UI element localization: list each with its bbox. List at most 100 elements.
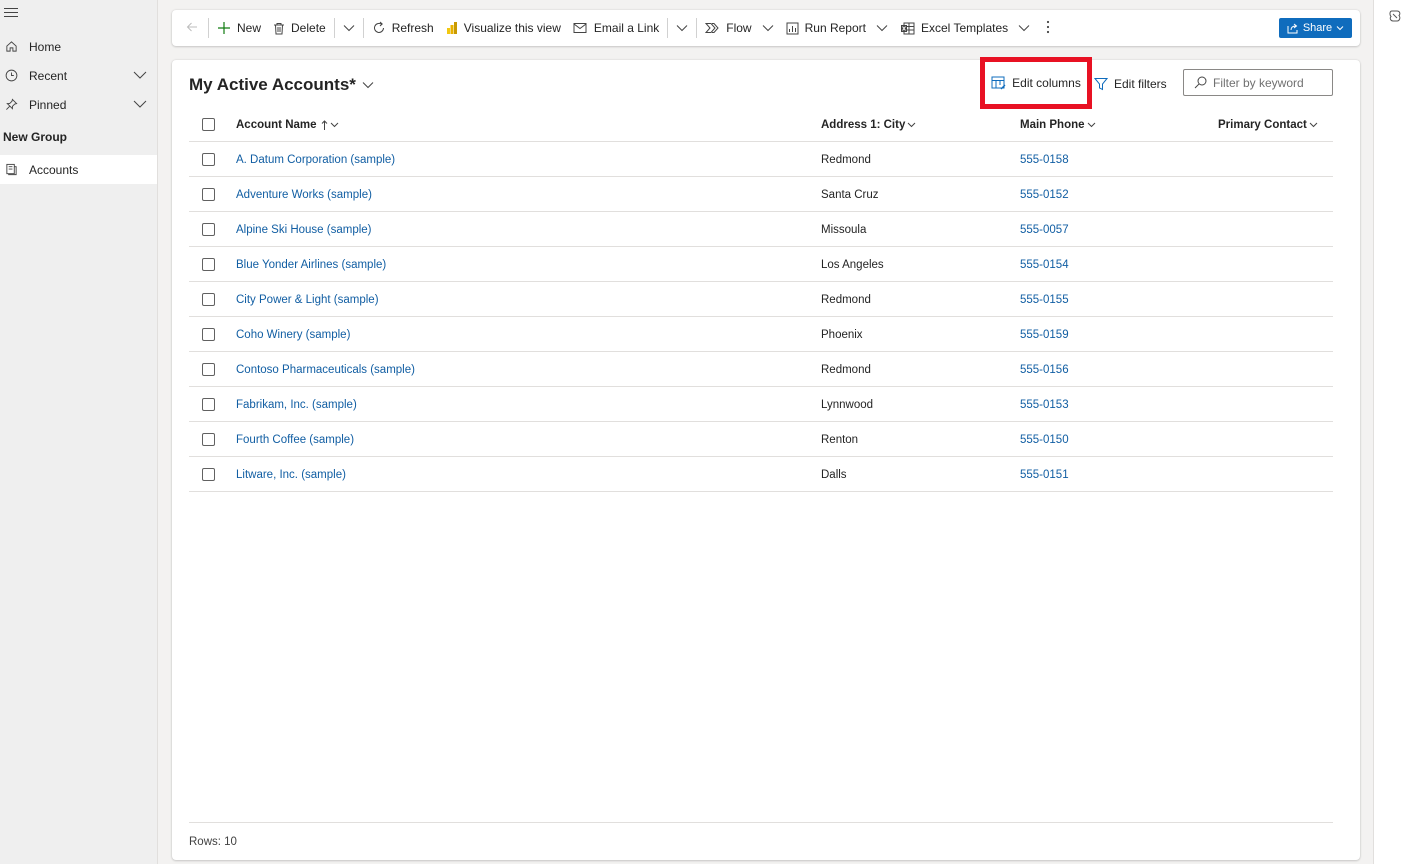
phone-link[interactable]: 555-0158: [1020, 142, 1069, 177]
column-header-primary-contact[interactable]: Primary Contact: [1218, 108, 1318, 142]
table-row[interactable]: Blue Yonder Airlines (sample) Los Angele…: [189, 247, 1333, 282]
table-row[interactable]: Adventure Works (sample) Santa Cruz 555-…: [189, 177, 1333, 212]
table-row[interactable]: Litware, Inc. (sample) Dalls 555-0151: [189, 457, 1333, 492]
phone-link[interactable]: 555-0150: [1020, 422, 1069, 457]
command-bar: New Delete Refresh Visualize this view E…: [172, 10, 1360, 46]
phone-link[interactable]: 555-0155: [1020, 282, 1069, 317]
city-cell: Redmond: [821, 363, 871, 376]
row-checkbox[interactable]: [202, 468, 215, 481]
phone-link[interactable]: 555-0152: [1020, 177, 1069, 212]
table-row[interactable]: Fabrikam, Inc. (sample) Lynnwood 555-015…: [189, 387, 1333, 422]
chevron-down-icon: [907, 122, 916, 128]
row-checkbox[interactable]: [202, 363, 215, 376]
pin-icon: [4, 98, 18, 112]
account-name-link[interactable]: Fabrikam, Inc. (sample): [236, 387, 357, 422]
row-checkbox[interactable]: [202, 153, 215, 166]
run-report-button[interactable]: Run Report: [780, 14, 894, 42]
table-row[interactable]: Fourth Coffee (sample) Renton 555-0150: [189, 422, 1333, 457]
search-icon: [1194, 76, 1207, 89]
share-button[interactable]: Share: [1279, 18, 1352, 38]
new-button[interactable]: New: [211, 14, 267, 42]
table-row[interactable]: A. Datum Corporation (sample) Redmond 55…: [189, 142, 1333, 177]
visualize-view-button[interactable]: Visualize this view: [440, 14, 567, 42]
account-name-link[interactable]: Fourth Coffee (sample): [236, 422, 354, 457]
edit-filters-label: Edit filters: [1114, 77, 1167, 91]
row-checkbox[interactable]: [202, 433, 215, 446]
city-cell: Renton: [821, 433, 859, 446]
edit-columns-label: Edit columns: [1012, 76, 1081, 90]
city-cell: Missoula: [821, 223, 867, 236]
column-label: Account Name: [236, 119, 317, 131]
column-label: Address 1: City: [821, 119, 906, 131]
nav-item-home[interactable]: Home: [0, 32, 157, 61]
phone-link[interactable]: 555-0159: [1020, 317, 1069, 352]
account-name-link[interactable]: Coho Winery (sample): [236, 317, 350, 352]
chevron-down-icon[interactable]: [133, 98, 147, 112]
account-name-link[interactable]: Alpine Ski House (sample): [236, 212, 372, 247]
table-row[interactable]: Alpine Ski House (sample) Missoula 555-0…: [189, 212, 1333, 247]
row-checkbox[interactable]: [202, 398, 215, 411]
row-checkbox[interactable]: [202, 188, 215, 201]
chevron-down-icon: [762, 24, 774, 32]
excel-templates-label: Excel Templates: [920, 21, 1009, 35]
arrow-left-icon: [186, 21, 198, 36]
edit-filters-button[interactable]: Edit filters: [1094, 74, 1167, 94]
column-header-city[interactable]: Address 1: City: [821, 108, 916, 142]
more-commands-button[interactable]: [1036, 14, 1060, 42]
excel-icon: [900, 22, 915, 35]
account-name-link[interactable]: Litware, Inc. (sample): [236, 457, 346, 492]
phone-link[interactable]: 555-0057: [1020, 212, 1069, 247]
phone-link[interactable]: 555-0151: [1020, 457, 1069, 492]
more-email-options-button[interactable]: [670, 14, 694, 42]
table-row[interactable]: Coho Winery (sample) Phoenix 555-0159: [189, 317, 1333, 352]
row-checkbox[interactable]: [202, 223, 215, 236]
nav-item-label: Accounts: [29, 162, 79, 177]
keyword-filter[interactable]: [1183, 69, 1333, 96]
flow-icon: [705, 22, 720, 34]
phone-link[interactable]: 555-0154: [1020, 247, 1069, 282]
delete-button[interactable]: Delete: [267, 14, 332, 42]
view-selector[interactable]: My Active Accounts*: [189, 75, 374, 95]
table-row[interactable]: Contoso Pharmaceuticals (sample) Redmond…: [189, 352, 1333, 387]
email-link-button[interactable]: Email a Link: [567, 14, 665, 42]
row-checkbox[interactable]: [202, 328, 215, 341]
new-label: New: [237, 21, 262, 35]
nav-item-recent[interactable]: Recent: [0, 61, 157, 90]
keyword-filter-input[interactable]: [1213, 75, 1331, 90]
chevron-down-icon: [676, 21, 688, 35]
column-header-account-name[interactable]: Account Name: [236, 108, 339, 142]
city-cell: Santa Cruz: [821, 188, 879, 201]
hamburger-menu-icon[interactable]: [4, 8, 18, 20]
refresh-button[interactable]: Refresh: [366, 14, 440, 42]
more-delete-options-button[interactable]: [337, 14, 361, 42]
flow-button[interactable]: Flow: [699, 14, 779, 42]
account-name-link[interactable]: Blue Yonder Airlines (sample): [236, 247, 386, 282]
account-name-link[interactable]: City Power & Light (sample): [236, 282, 379, 317]
row-checkbox[interactable]: [202, 293, 215, 306]
grid-header: Account Name Address 1: City Main Phone: [189, 108, 1333, 142]
nav-item-label: Recent: [29, 68, 68, 83]
account-name-link[interactable]: A. Datum Corporation (sample): [236, 142, 395, 177]
nav-item-pinned[interactable]: Pinned: [0, 90, 157, 119]
phone-link[interactable]: 555-0153: [1020, 387, 1069, 422]
select-all-checkbox[interactable]: [202, 118, 215, 131]
nav-item-accounts[interactable]: Accounts: [0, 155, 157, 184]
edit-columns-icon: [991, 76, 1006, 90]
account-name-link[interactable]: Adventure Works (sample): [236, 177, 372, 212]
table-row[interactable]: City Power & Light (sample) Redmond 555-…: [189, 282, 1333, 317]
chevron-down-icon: [1087, 122, 1096, 128]
copilot-icon[interactable]: [1388, 9, 1402, 26]
sort-ascending-icon: [321, 119, 328, 131]
excel-templates-button[interactable]: Excel Templates: [894, 14, 1036, 42]
divider: [333, 18, 335, 38]
row-checkbox[interactable]: [202, 258, 215, 271]
chevron-down-icon[interactable]: [133, 69, 147, 83]
email-link-label: Email a Link: [593, 21, 660, 35]
edit-columns-button[interactable]: Edit columns: [980, 57, 1092, 109]
back-button[interactable]: [180, 14, 206, 42]
column-header-main-phone[interactable]: Main Phone: [1020, 108, 1096, 142]
account-name-link[interactable]: Contoso Pharmaceuticals (sample): [236, 352, 415, 387]
email-link-icon: [573, 22, 588, 34]
more-vertical-icon: [1046, 20, 1050, 37]
phone-link[interactable]: 555-0156: [1020, 352, 1069, 387]
